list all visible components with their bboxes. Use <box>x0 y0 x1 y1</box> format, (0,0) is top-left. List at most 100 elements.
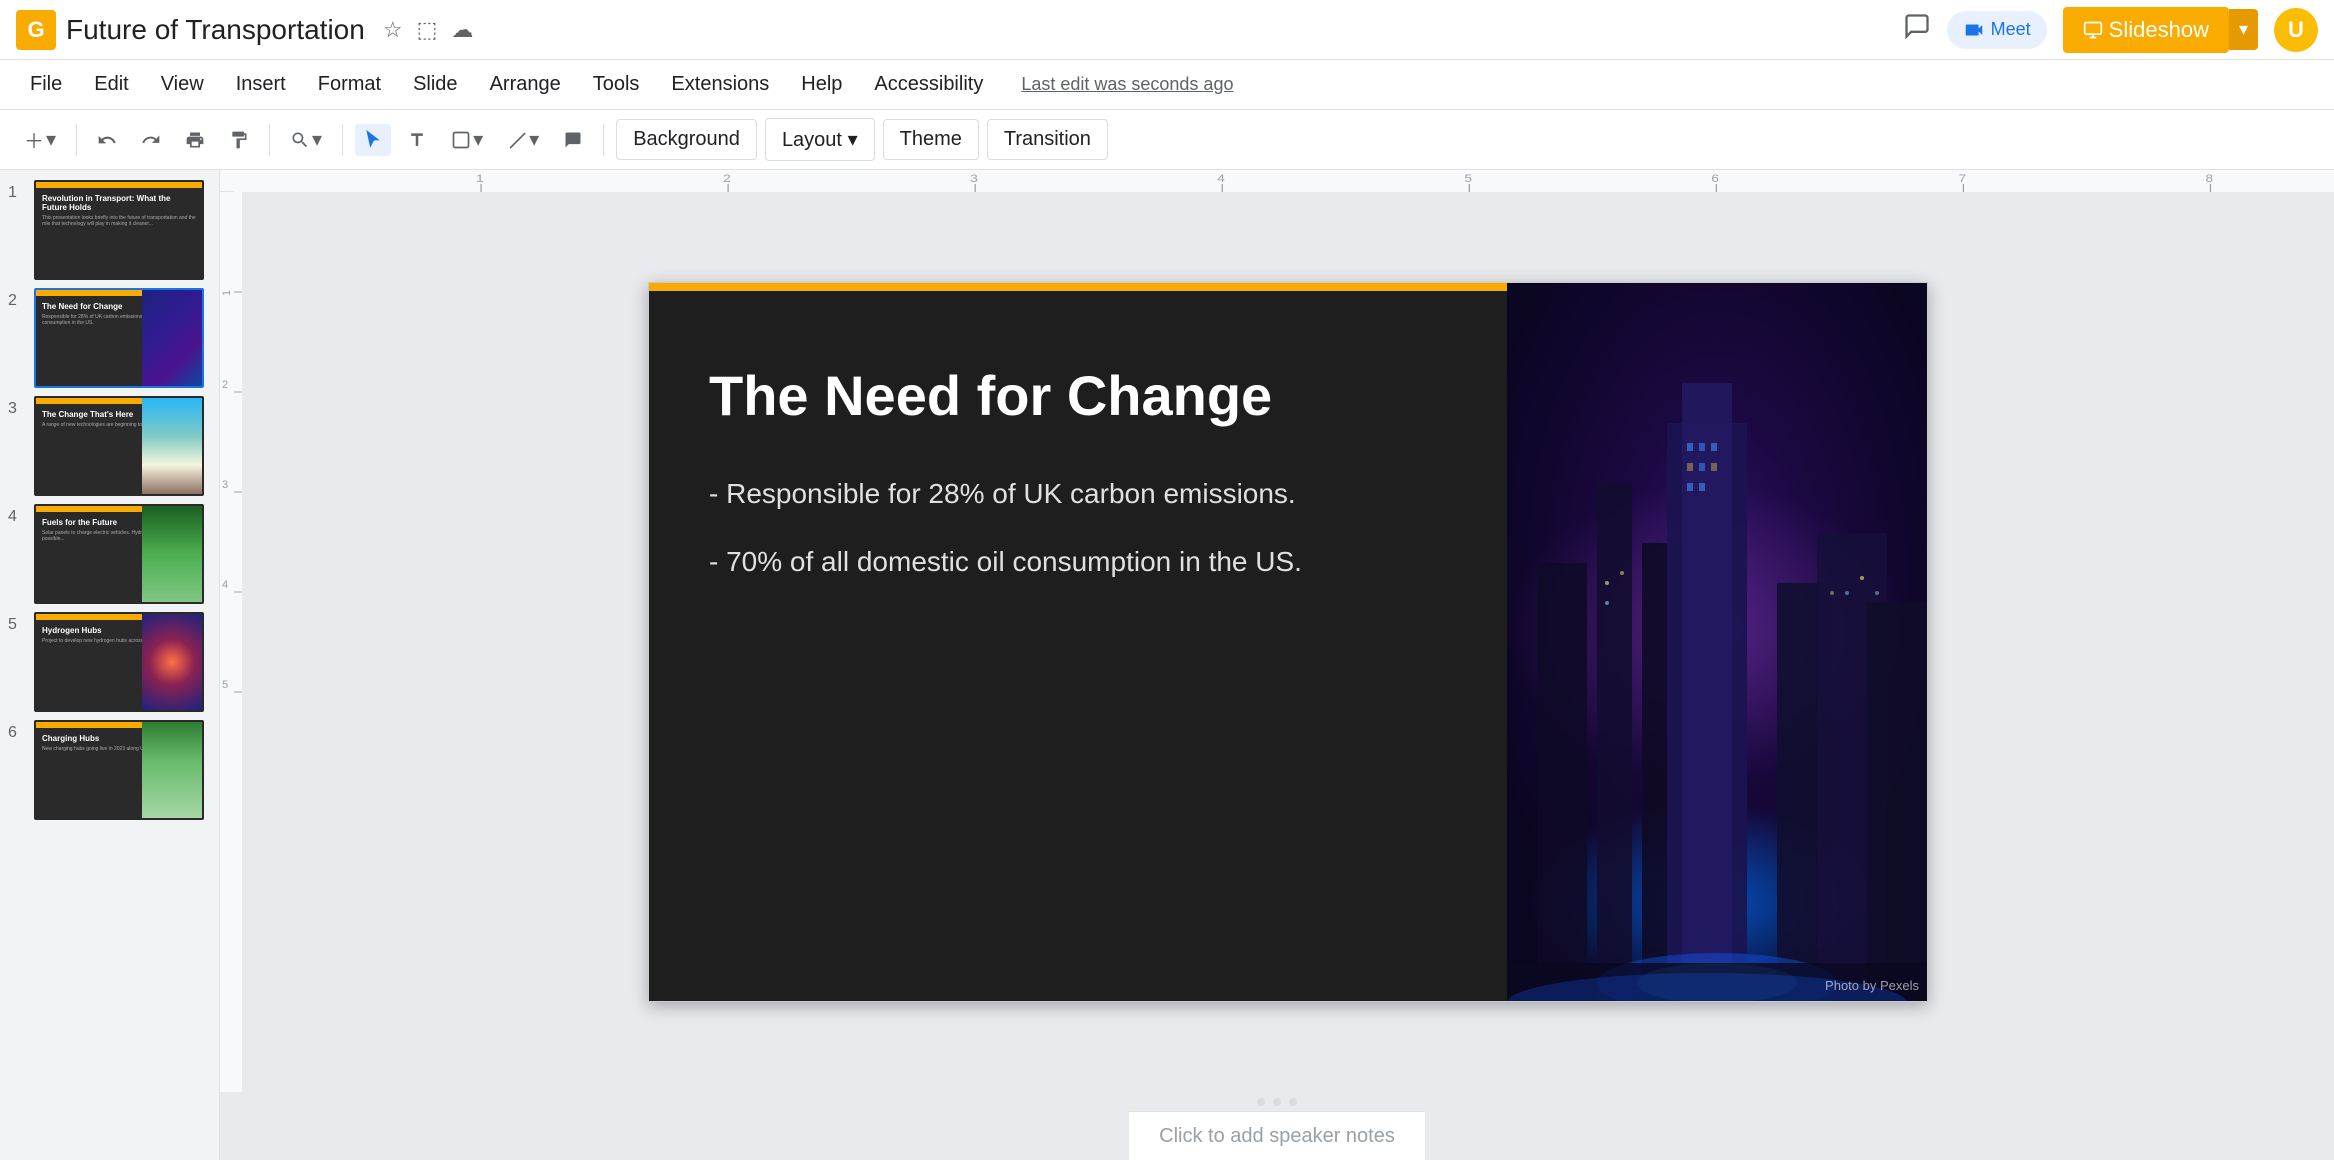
slide-3-image <box>142 398 202 494</box>
menu-tools[interactable]: Tools <box>579 67 654 102</box>
meet-label: Meet <box>1991 19 2031 40</box>
doc-title[interactable]: Future of Transportation <box>66 14 365 46</box>
slide-number-6: 6 <box>8 720 26 742</box>
shape-dropdown-icon: ▾ <box>473 127 483 152</box>
layout-button[interactable]: Layout ▾ <box>765 118 875 161</box>
slide-item-1[interactable]: 1 Revolution in Transport: What the Futu… <box>8 180 211 280</box>
notes-dot-3 <box>1289 1098 1297 1106</box>
photo-credit: Photo by Pexels <box>1825 978 1919 993</box>
slide-number-2: 2 <box>8 288 26 310</box>
toolbar-separator-3 <box>342 124 343 156</box>
line-tool-button[interactable]: ▾ <box>499 121 547 158</box>
svg-text:5: 5 <box>222 679 228 691</box>
menu-insert[interactable]: Insert <box>222 67 300 102</box>
slide-item-5[interactable]: 5 Hydrogen Hubs Project to develop new h… <box>8 612 211 712</box>
slide-item-2[interactable]: 2 The Need for Change Responsible for 28… <box>8 288 211 388</box>
transition-button[interactable]: Transition <box>987 119 1108 160</box>
speaker-notes[interactable]: Click to add speaker notes <box>1129 1111 1425 1160</box>
slide-thumb-4[interactable]: Fuels for the Future Solar panels to cha… <box>34 504 204 604</box>
google-logo[interactable]: G <box>16 10 56 50</box>
svg-text:4: 4 <box>222 579 228 591</box>
ruler-left: 1 2 3 4 5 <box>220 192 242 1092</box>
folder-icon[interactable]: ⬚ <box>417 17 438 43</box>
slide-number-5: 5 <box>8 612 26 634</box>
slide-thumb-3[interactable]: The Change That's Here A range of new te… <box>34 396 204 496</box>
menu-edit[interactable]: Edit <box>80 67 142 102</box>
menu-view[interactable]: View <box>147 67 218 102</box>
google-logo-letter: G <box>27 17 44 43</box>
slide-text-area: The Need for Change - Responsible for 28… <box>649 283 1507 1001</box>
cloud-icon[interactable]: ☁ <box>451 17 473 43</box>
slideshow-dropdown-button[interactable]: ▾ <box>2229 9 2258 50</box>
svg-text:5: 5 <box>1464 172 1472 184</box>
slide-bullet-1: - Responsible for 28% of UK carbon emiss… <box>709 478 1447 510</box>
menu-slide[interactable]: Slide <box>399 67 471 102</box>
title-right: Meet Slideshow ▾ U <box>1903 7 2318 53</box>
print-button[interactable] <box>177 124 213 156</box>
slide-canvas[interactable]: The Need for Change - Responsible for 28… <box>242 192 2334 1092</box>
slide-number-3: 3 <box>8 396 26 418</box>
notes-dot-1 <box>1257 1098 1265 1106</box>
toolbar-separator-1 <box>76 124 77 156</box>
shape-tool-button[interactable]: ▾ <box>443 121 491 158</box>
menu-help[interactable]: Help <box>787 67 856 102</box>
svg-text:2: 2 <box>723 172 731 184</box>
comment-button[interactable] <box>1903 12 1931 47</box>
zoom-dropdown-icon: ▾ <box>312 127 322 152</box>
menu-extensions[interactable]: Extensions <box>657 67 783 102</box>
slide-content[interactable]: The Need for Change - Responsible for 28… <box>648 282 1928 1002</box>
toolbar: ＋ ▾ ▾ ▾ ▾ Background Layout ▾ Theme Tra <box>0 110 2334 170</box>
speaker-notes-placeholder[interactable]: Click to add speaker notes <box>1159 1125 1395 1148</box>
slideshow-button[interactable]: Slideshow <box>2063 7 2229 53</box>
svg-text:4: 4 <box>1217 172 1225 184</box>
slide-item-6[interactable]: 6 Charging Hubs New charging hubs going … <box>8 720 211 820</box>
toolbar-separator-4 <box>603 124 604 156</box>
add-dropdown-icon: ▾ <box>46 127 56 152</box>
title-icons: ☆ ⬚ ☁ <box>383 17 474 43</box>
slide-6-image <box>142 722 202 818</box>
svg-text:1: 1 <box>221 290 233 296</box>
background-button[interactable]: Background <box>616 119 757 160</box>
slide-item-3[interactable]: 3 The Change That's Here A range of new … <box>8 396 211 496</box>
menu-file[interactable]: File <box>16 67 76 102</box>
meet-button[interactable]: Meet <box>1947 11 2047 49</box>
redo-button[interactable] <box>133 124 169 156</box>
line-dropdown-icon: ▾ <box>529 127 539 152</box>
undo-button[interactable] <box>89 124 125 156</box>
slide-item-4[interactable]: 4 Fuels for the Future Solar panels to c… <box>8 504 211 604</box>
add-button[interactable]: ＋ ▾ <box>16 119 64 160</box>
slide-image-area: Photo by Pexels <box>1507 283 1927 1001</box>
notes-dots-area <box>220 1092 2334 1111</box>
menu-arrange[interactable]: Arrange <box>476 67 575 102</box>
menu-format[interactable]: Format <box>304 67 395 102</box>
title-bar: G Future of Transportation ☆ ⬚ ☁ Meet Sl… <box>0 0 2334 60</box>
theme-button[interactable]: Theme <box>883 119 979 160</box>
slide-thumb-2[interactable]: The Need for Change Responsible for 28% … <box>34 288 204 388</box>
slide-thumb-5[interactable]: Hydrogen Hubs Project to develop new hyd… <box>34 612 204 712</box>
user-avatar[interactable]: U <box>2274 8 2318 52</box>
slide-4-image <box>142 506 202 602</box>
comment-insert-button[interactable] <box>555 124 591 156</box>
cursor-tool-button[interactable] <box>355 124 391 156</box>
toolbar-separator-2 <box>269 124 270 156</box>
slide-5-image <box>142 614 202 710</box>
menu-bar: File Edit View Insert Format Slide Arran… <box>0 60 2334 110</box>
slide-number-1: 1 <box>8 180 26 202</box>
slide-bullet-2: - 70% of all domestic oil consumption in… <box>709 546 1447 578</box>
svg-text:3: 3 <box>970 172 978 184</box>
svg-text:2: 2 <box>222 379 228 391</box>
svg-text:8: 8 <box>2206 172 2214 184</box>
slide-thumb-6[interactable]: Charging Hubs New charging hubs going li… <box>34 720 204 820</box>
slide-1-body: This presentation looks briefly into the… <box>42 215 196 227</box>
text-tool-button[interactable] <box>399 124 435 156</box>
slide-canvas-wrapper: 1 2 3 4 5 The Need <box>220 192 2334 1092</box>
paint-format-button[interactable] <box>221 124 257 156</box>
menu-accessibility[interactable]: Accessibility <box>860 67 997 102</box>
canvas-area: 1 2 3 4 5 6 7 8 <box>220 170 2334 1160</box>
ruler-top: 1 2 3 4 5 6 7 8 <box>220 170 2334 192</box>
slide-thumb-1[interactable]: Revolution in Transport: What the Future… <box>34 180 204 280</box>
slide-2-image <box>142 290 202 386</box>
notes-dot-2 <box>1273 1098 1281 1106</box>
zoom-button[interactable]: ▾ <box>282 121 330 158</box>
star-icon[interactable]: ☆ <box>383 17 403 43</box>
